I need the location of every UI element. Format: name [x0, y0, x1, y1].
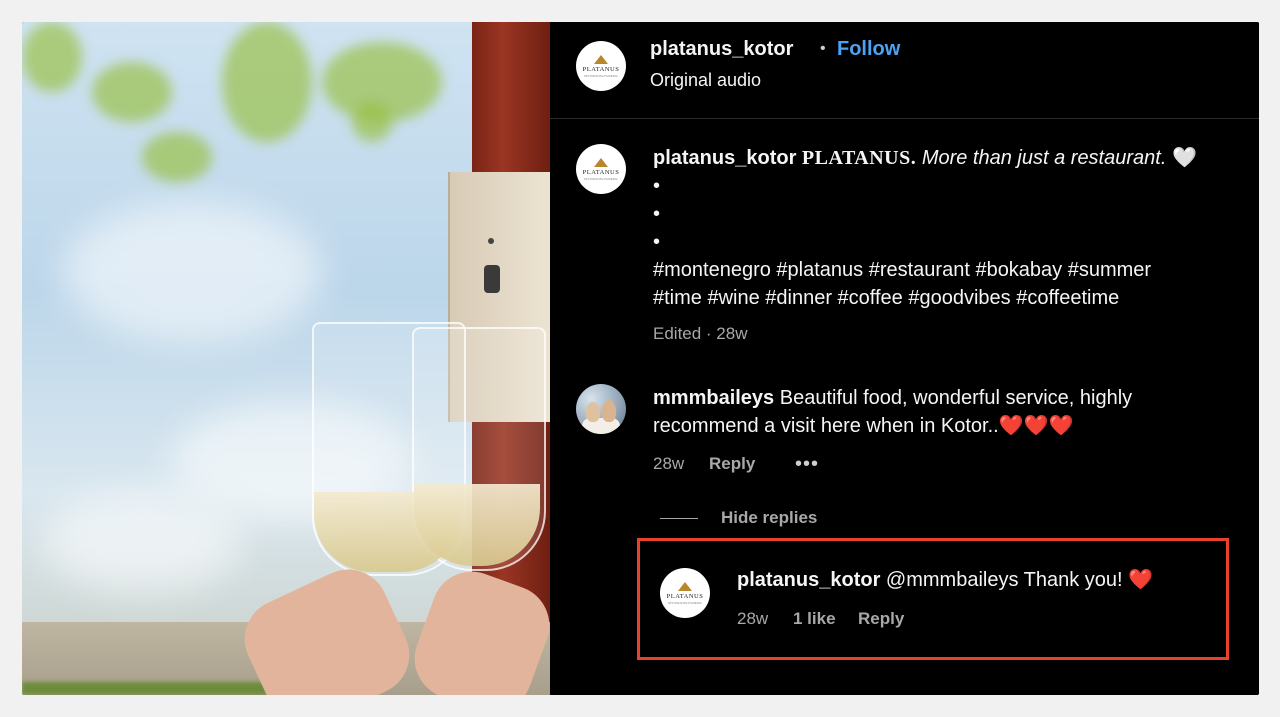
- caption-meta: Edited · 28w: [653, 324, 748, 343]
- reply-text: @mmmbaileys Thank you! ❤️: [885, 569, 1154, 591]
- comment-text: Beautiful food, wonderful service, highl…: [779, 387, 1133, 409]
- hide-replies-button[interactable]: Hide replies: [721, 508, 817, 528]
- caption-tagline: More than just a restaurant.: [921, 147, 1167, 169]
- logo-word: PLATANUS: [582, 168, 620, 176]
- follow-button[interactable]: Follow: [837, 38, 900, 61]
- commenter-avatar[interactable]: [576, 384, 626, 434]
- white-heart-icon: 🤍: [1171, 147, 1197, 169]
- caption-hashtags[interactable]: #time #wine #dinner #coffee #goodvibes #…: [653, 284, 1119, 312]
- caption-hashtags[interactable]: #montenegro #platanus #restaurant #bokab…: [653, 256, 1151, 284]
- caption-bullet: •: [653, 203, 661, 225]
- comment-text-continued: recommend a visit here when in Kotor..❤️…: [653, 415, 1074, 437]
- comment-reply-button[interactable]: Reply: [709, 454, 755, 474]
- leaf-logo-icon: [594, 157, 608, 167]
- logo-subtitle: RISTORANTE PIZZERIA: [584, 176, 618, 181]
- reply-reply-button[interactable]: Reply: [858, 609, 904, 629]
- reply-time: 28w: [737, 609, 769, 628]
- logo-word: PLATANUS: [666, 592, 704, 600]
- leaf-logo-icon: [678, 581, 692, 591]
- reply-likes[interactable]: 1 like: [793, 609, 836, 629]
- reply-username[interactable]: platanus_kotor: [737, 569, 880, 591]
- comments-panel: PLATANUS RISTORANTE PIZZERIA platanus_ko…: [550, 22, 1259, 695]
- logo-subtitle: RISTORANTE PIZZERIA: [584, 73, 618, 78]
- caption-line: platanus_kotor PLATANUS. More than just …: [653, 144, 1197, 172]
- caption-username[interactable]: platanus_kotor: [653, 147, 796, 169]
- post-header: PLATANUS RISTORANTE PIZZERIA platanus_ko…: [550, 22, 1259, 119]
- leaf-logo-icon: [594, 54, 608, 64]
- audio-label[interactable]: Original audio: [650, 70, 761, 91]
- instagram-post-window: PLATANUS RISTORANTE PIZZERIA platanus_ko…: [22, 22, 1259, 695]
- post-video[interactable]: [22, 22, 550, 695]
- comment-line: mmmbaileys Beautiful food, wonderful ser…: [653, 384, 1132, 412]
- caption-brand: PLATANUS.: [801, 147, 917, 169]
- logo-word: PLATANUS: [582, 65, 620, 73]
- caption-avatar[interactable]: PLATANUS RISTORANTE PIZZERIA: [576, 144, 626, 194]
- comment-username[interactable]: mmmbaileys: [653, 387, 774, 409]
- more-options-icon[interactable]: •••: [795, 453, 819, 476]
- header-username[interactable]: platanus_kotor: [650, 38, 793, 61]
- highlight-box: [637, 538, 1229, 660]
- profile-avatar[interactable]: PLATANUS RISTORANTE PIZZERIA: [576, 41, 626, 91]
- replies-divider: [660, 518, 698, 519]
- caption-bullet: •: [653, 231, 661, 253]
- reply-avatar[interactable]: PLATANUS RISTORANTE PIZZERIA: [660, 568, 710, 618]
- comment-time: 28w: [653, 454, 685, 473]
- reply-line: platanus_kotor @mmmbaileys Thank you! ❤️: [737, 566, 1153, 594]
- logo-subtitle: RISTORANTE PIZZERIA: [668, 600, 702, 605]
- header-separator: •: [820, 40, 826, 57]
- caption-bullet: •: [653, 175, 661, 197]
